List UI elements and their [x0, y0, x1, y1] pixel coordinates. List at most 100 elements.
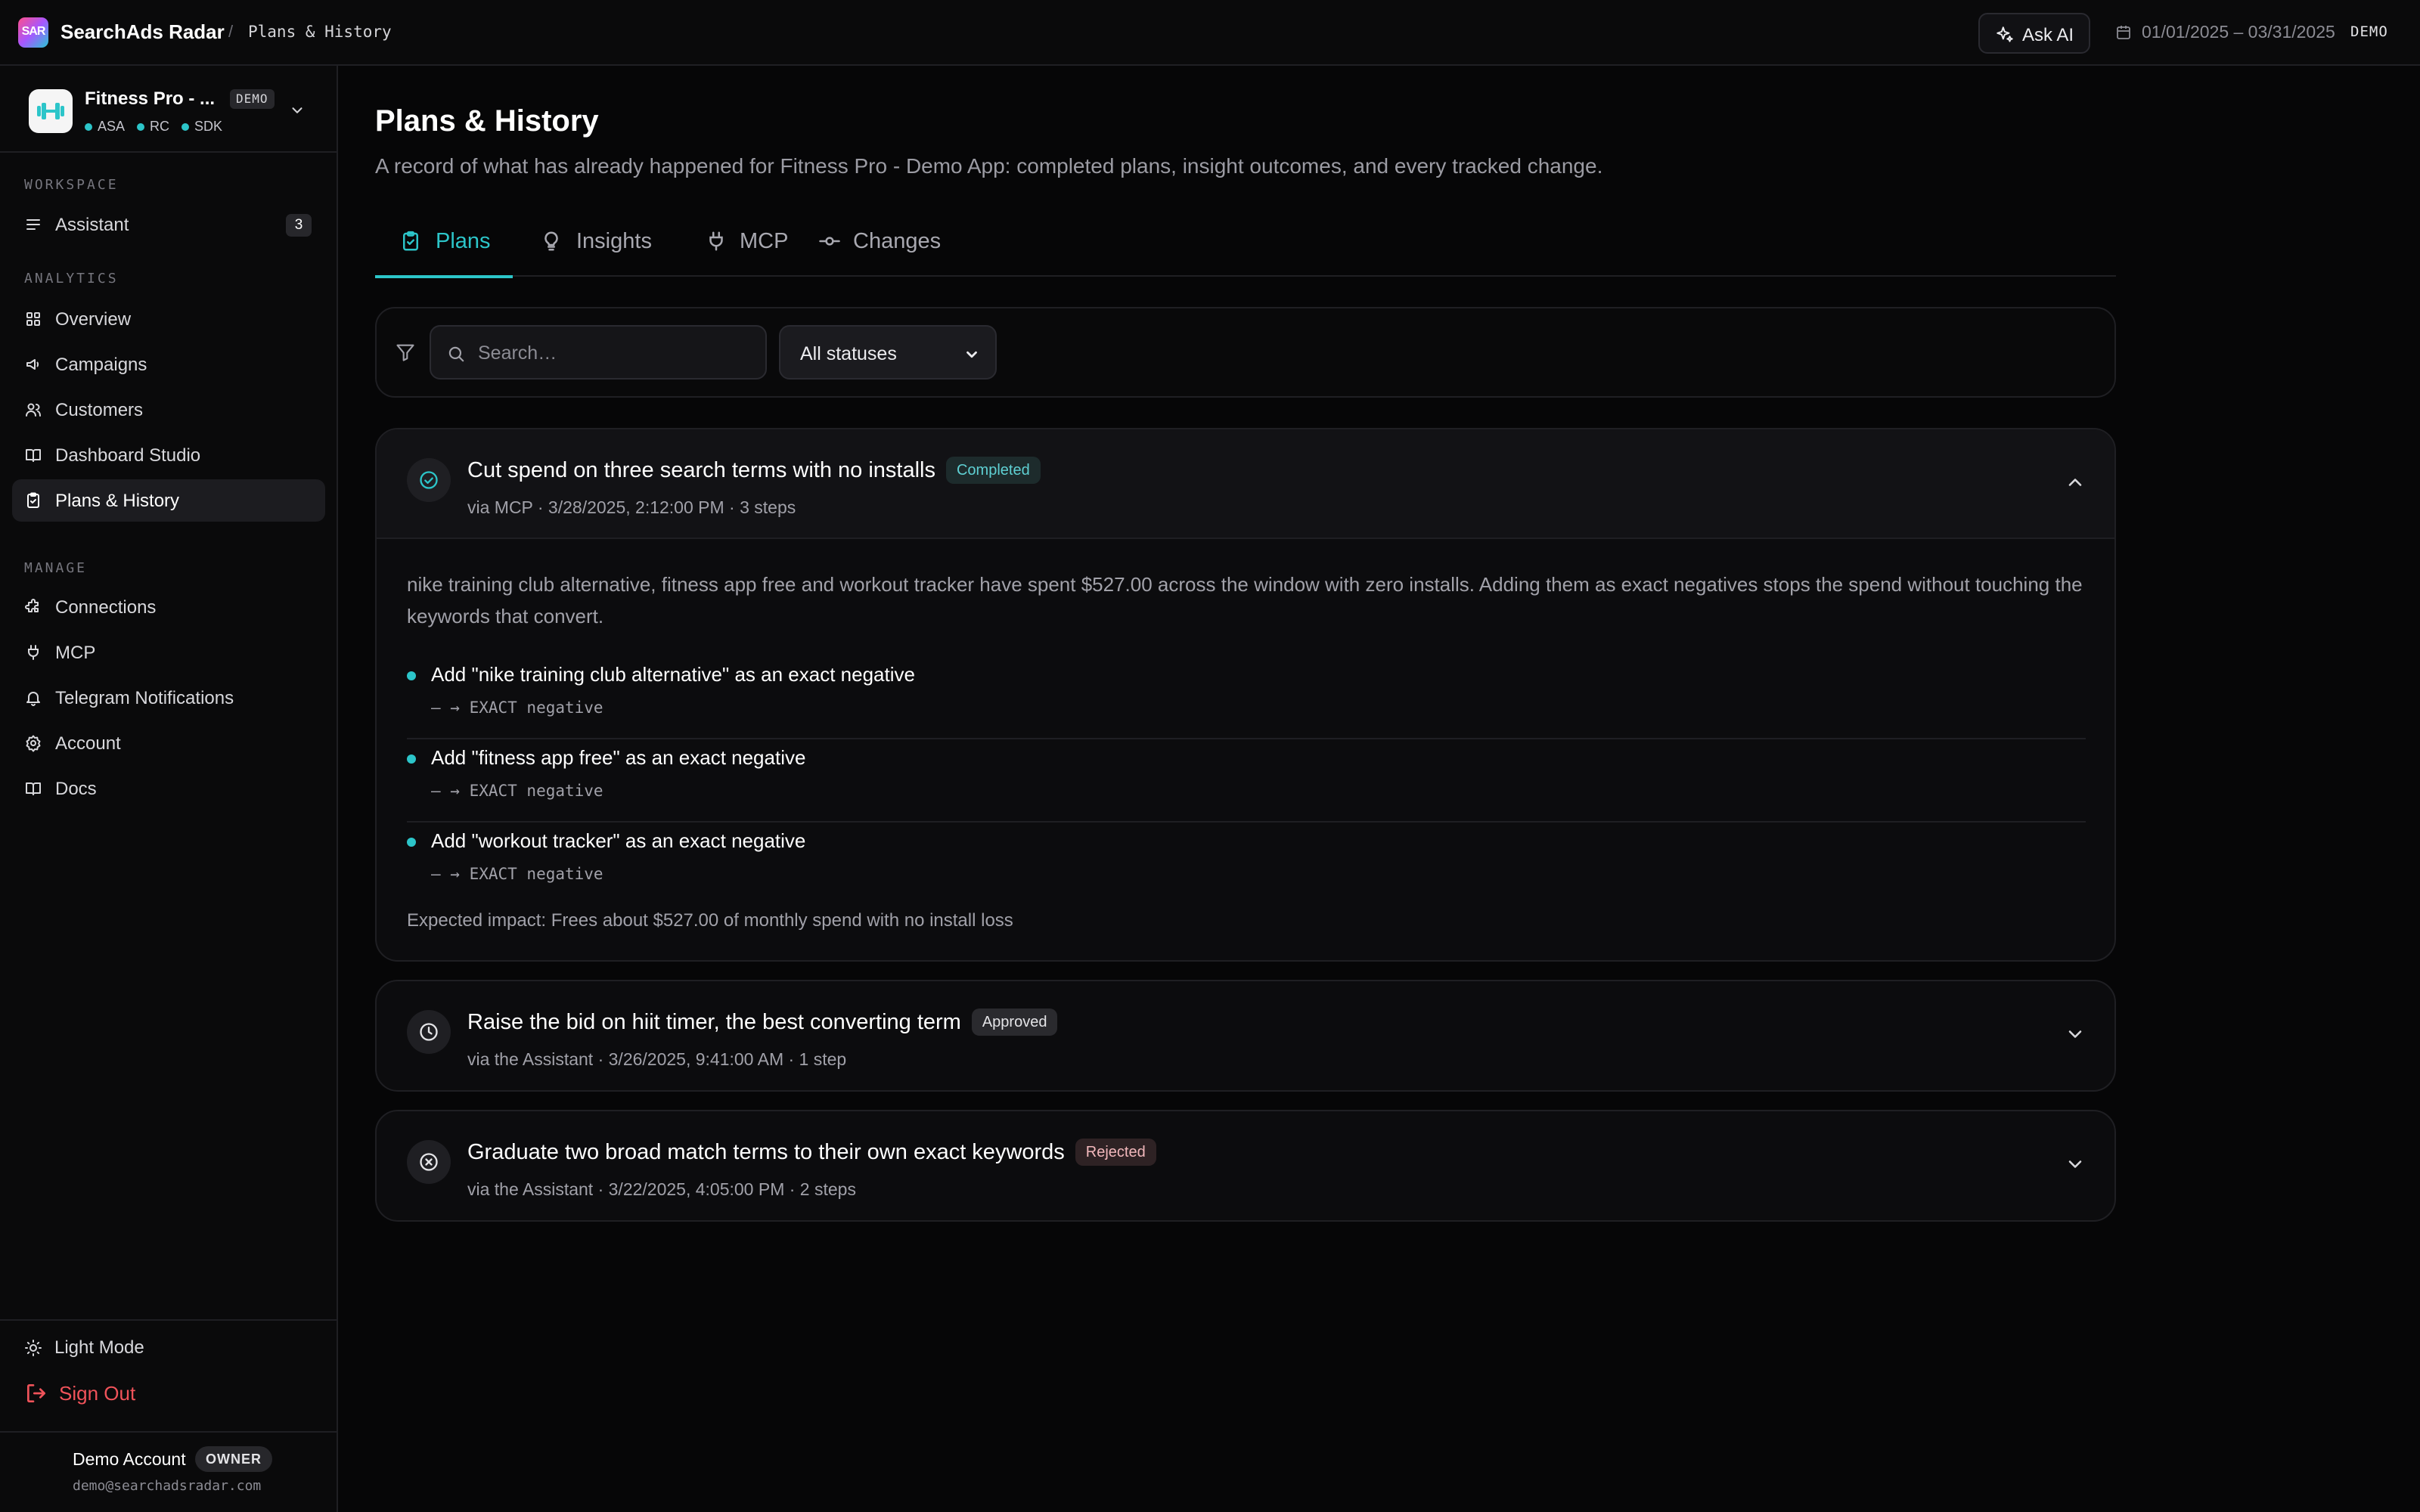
plan-meta: via the Assistant · 3/26/2025, 9:41:00 A… — [467, 1049, 847, 1069]
commit-icon — [818, 230, 841, 253]
section-title-analytics: ANALYTICS — [24, 271, 119, 287]
logo[interactable]: SAR — [18, 17, 48, 48]
plan-step: Add "fitness app free" as an exact negat… — [407, 741, 2086, 823]
plan-card: Raise the bid on hiit timer, the best co… — [375, 980, 2116, 1092]
plan-header[interactable]: Graduate two broad match terms to their … — [377, 1111, 2114, 1221]
status-badge: Rejected — [1075, 1139, 1156, 1166]
plan-step: Add "workout tracker" as an exact negati… — [407, 824, 2086, 906]
gear-icon — [24, 734, 42, 752]
step-detail: – → EXACT negative — [431, 865, 603, 883]
plan-step: Add "nike training club alternative" as … — [407, 658, 2086, 739]
calendar-icon — [2114, 23, 2133, 42]
bell-icon — [24, 689, 42, 707]
sidebar-item-customers[interactable]: Customers — [12, 389, 325, 431]
lightbulb-icon — [540, 230, 563, 253]
search-icon — [446, 344, 466, 364]
search-box[interactable] — [430, 325, 767, 380]
chevron-down-icon — [963, 346, 980, 363]
date-range-picker[interactable]: 01/01/2025 – 03/31/2025 — [2142, 22, 2335, 42]
plan-header[interactable]: Cut spend on three search terms with no … — [377, 429, 2114, 539]
plan-meta: via the Assistant · 3/22/2025, 4:05:00 P… — [467, 1179, 856, 1199]
status-select[interactable]: All statuses — [779, 325, 997, 380]
tab-insights[interactable]: Insights — [519, 216, 678, 277]
step-title: Add "workout tracker" as an exact negati… — [431, 829, 806, 852]
check-circle-icon — [407, 458, 451, 502]
sidebar-item-mcp[interactable]: MCP — [12, 631, 325, 674]
step-bullet — [407, 671, 416, 680]
x-circle-icon — [407, 1140, 451, 1184]
plan-card: Cut spend on three search terms with no … — [375, 428, 2116, 962]
sidebar-item-telegram-notifications[interactable]: Telegram Notifications — [12, 677, 325, 719]
chevron-down-icon[interactable] — [289, 102, 306, 119]
status-badge: Completed — [945, 457, 1041, 484]
megaphone-icon — [24, 355, 42, 373]
logout-icon — [24, 1381, 48, 1405]
step-bullet — [407, 754, 416, 764]
step-bullet — [407, 838, 416, 847]
sidebar-item-account[interactable]: Account — [12, 722, 325, 764]
clipboard-check-icon — [24, 491, 42, 510]
chevron-up-icon[interactable] — [2065, 472, 2086, 493]
page-title: Plans & History — [375, 104, 599, 138]
account-email: demo@searchadsradar.com — [73, 1478, 262, 1494]
source-sdk: SDK — [182, 119, 222, 135]
tab-bar: Plans Insights MCP Changes — [375, 216, 2116, 278]
grid-icon — [24, 310, 42, 328]
tab-mcp[interactable]: MCP — [685, 216, 799, 277]
book-open-icon — [24, 446, 42, 464]
list-icon — [24, 215, 42, 234]
plan-description: nike training club alternative, fitness … — [407, 573, 2083, 627]
sidebar-item-docs[interactable]: Docs — [12, 767, 325, 810]
plan-header[interactable]: Raise the bid on hiit timer, the best co… — [377, 981, 2114, 1091]
ask-ai-button[interactable]: Ask AI — [1978, 13, 2090, 54]
brand-name[interactable]: SearchAds Radar — [60, 20, 225, 44]
chevron-down-icon[interactable] — [2065, 1024, 2086, 1045]
sidebar-footer-divider — [0, 1319, 337, 1321]
account-divider — [0, 1431, 337, 1433]
clipboard-check-icon — [399, 230, 422, 253]
sidebar-item-plans-history[interactable]: Plans & History — [12, 479, 325, 522]
ask-ai-label: Ask AI — [2022, 25, 2074, 45]
filter-icon — [395, 342, 416, 363]
breadcrumb-separator: / — [228, 22, 234, 41]
account-name: Demo Account — [73, 1449, 186, 1469]
section-title-manage: MANAGE — [24, 560, 88, 576]
step-detail: – → EXACT negative — [431, 699, 603, 717]
status-dot — [182, 122, 190, 131]
plan-meta: via MCP · 3/28/2025, 2:12:00 PM · 3 step… — [467, 497, 796, 517]
app-icon — [29, 89, 73, 133]
theme-toggle[interactable]: Light Mode — [24, 1337, 144, 1359]
assistant-count-badge: 3 — [286, 214, 312, 237]
step-title: Add "fitness app free" as an exact negat… — [431, 746, 806, 769]
book-icon — [24, 779, 42, 798]
expected-impact: Expected impact: Frees about $527.00 of … — [407, 910, 1013, 931]
plan-title: Graduate two broad match terms to their … — [467, 1139, 1156, 1166]
app-demo-badge: DEMO — [230, 89, 275, 109]
page-subtitle: A record of what has already happened fo… — [375, 154, 1603, 178]
sidebar-item-campaigns[interactable]: Campaigns — [12, 343, 325, 386]
sign-out-button[interactable]: Sign Out — [24, 1381, 135, 1405]
top-bar: SAR SearchAds Radar / Plans & History As… — [0, 0, 2420, 66]
chevron-down-icon[interactable] — [2065, 1154, 2086, 1175]
users-icon — [24, 401, 42, 419]
sidebar-item-connections[interactable]: Connections — [12, 586, 325, 628]
tab-plans[interactable]: Plans — [375, 216, 513, 278]
demo-indicator: DEMO — [2350, 23, 2388, 40]
filter-bar: All statuses — [375, 307, 2116, 398]
step-title: Add "nike training club alternative" as … — [431, 663, 915, 686]
sidebar-item-overview[interactable]: Overview — [12, 298, 325, 340]
sidebar: Fitness Pro - ... DEMO ASA RC SDK WORKSP… — [0, 66, 338, 1512]
tab-changes[interactable]: Changes — [806, 216, 957, 277]
plug-icon — [705, 230, 728, 253]
data-sources: ASA RC SDK — [85, 119, 222, 135]
breadcrumb: Plans & History — [248, 23, 392, 41]
search-input[interactable] — [478, 340, 750, 366]
section-title-workspace: WORKSPACE — [24, 177, 119, 193]
sidebar-item-assistant[interactable]: Assistant 3 — [12, 203, 325, 246]
puzzle-icon — [24, 598, 42, 616]
status-dot — [85, 122, 92, 131]
clock-icon — [407, 1010, 451, 1054]
app-switcher[interactable]: Fitness Pro - ... DEMO ASA RC SDK — [0, 66, 337, 153]
sparkles-icon — [1995, 25, 2015, 45]
sidebar-item-dashboard-studio[interactable]: Dashboard Studio — [12, 434, 325, 476]
